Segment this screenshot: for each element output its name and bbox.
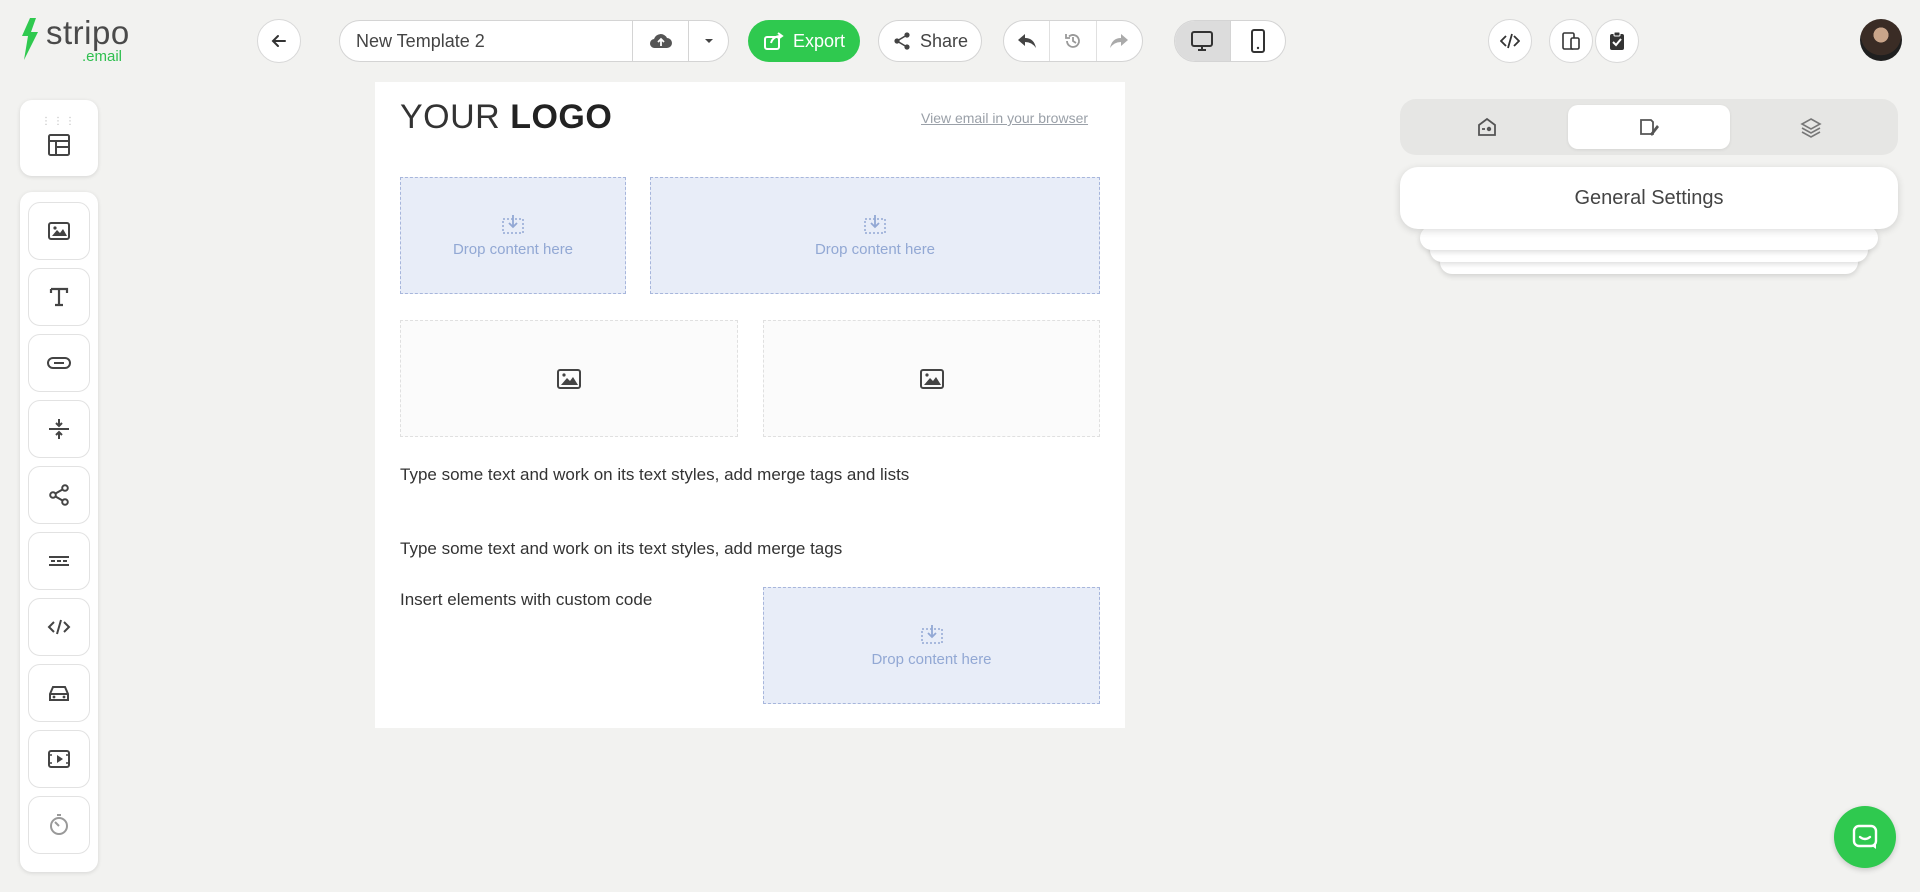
video-block[interactable] <box>28 730 90 788</box>
clipboard-check-icon <box>1610 31 1624 50</box>
export-icon <box>763 32 784 50</box>
share-icon <box>49 484 69 506</box>
drop-label: Drop content here <box>452 241 574 258</box>
button-block[interactable] <box>28 334 90 392</box>
text-block-2[interactable]: Type some text and work on its text styl… <box>400 539 842 559</box>
mobile-view-button[interactable] <box>1229 21 1286 61</box>
text-block-1[interactable]: Type some text and work on its text styl… <box>400 465 909 485</box>
device-toggle <box>1174 20 1286 62</box>
layers-icon <box>1800 118 1822 138</box>
back-button[interactable] <box>257 19 301 63</box>
tab-layers[interactable] <box>1730 105 1892 149</box>
drag-handle-icon: ⋮⋮⋮ <box>41 116 77 127</box>
blocks-panel <box>20 192 98 872</box>
export-label: Export <box>792 30 846 51</box>
history-icon <box>1065 34 1080 48</box>
timer-icon <box>50 814 68 835</box>
desktop-view-button[interactable] <box>1175 21 1230 61</box>
drop-download-icon <box>864 215 886 234</box>
drop-label: Drop content here <box>871 651 992 668</box>
drop-zone[interactable]: Drop content here <box>763 587 1100 704</box>
menu-icon <box>49 556 69 566</box>
stripo-logo: stripo .email <box>18 16 148 70</box>
share-label: Share <box>919 30 969 51</box>
code-icon <box>47 619 71 635</box>
timer-block[interactable] <box>28 796 90 854</box>
chat-icon <box>1852 824 1878 849</box>
drop-label: Drop content here <box>814 241 936 258</box>
logo-bold-text: LOGO <box>510 98 613 136</box>
cloud-upload-icon <box>649 34 672 49</box>
tab-appearance[interactable] <box>1406 105 1568 149</box>
export-button[interactable]: Export <box>748 20 860 62</box>
undo-button[interactable] <box>1004 21 1049 61</box>
undo-icon <box>1017 34 1036 48</box>
logo-name: stripo <box>46 14 130 51</box>
video-icon <box>48 750 70 768</box>
tab-settings[interactable] <box>1568 105 1730 149</box>
logo-regular-text: YOUR <box>400 98 501 136</box>
save-button[interactable] <box>632 21 688 61</box>
panel-tabs <box>1400 99 1898 155</box>
drop-zone[interactable]: Drop content here <box>650 177 1100 294</box>
view-in-browser-link[interactable]: View email in your browser <box>921 110 1088 126</box>
image-placeholder[interactable] <box>763 320 1100 437</box>
structures-button[interactable]: ⋮⋮⋮ <box>20 100 98 176</box>
social-block[interactable] <box>28 466 90 524</box>
paint-settings-icon <box>1640 119 1659 136</box>
general-settings-title: General Settings <box>1574 186 1724 209</box>
preview-button[interactable] <box>1549 19 1593 63</box>
spacer-block[interactable] <box>28 400 90 458</box>
drop-download-icon <box>502 215 524 234</box>
save-options-dropdown[interactable] <box>688 21 728 61</box>
code-editor-button[interactable] <box>1488 19 1532 63</box>
mobile-icon <box>1250 29 1265 53</box>
template-name-input[interactable] <box>340 21 632 61</box>
support-chat-button[interactable] <box>1834 806 1896 868</box>
desktop-icon <box>1191 31 1214 51</box>
html-block[interactable] <box>28 598 90 656</box>
chevron-down-icon <box>704 39 713 43</box>
amp-block[interactable] <box>28 664 90 722</box>
email-canvas: YOUR LOGO View email in your browser Dro… <box>375 82 1125 728</box>
history-controls <box>1003 20 1143 62</box>
logo-sub: .email <box>82 48 123 65</box>
version-history-button[interactable] <box>1049 21 1095 61</box>
stripo-bolt-icon <box>22 18 38 60</box>
test-email-button[interactable] <box>1595 19 1639 63</box>
image-icon <box>48 222 70 240</box>
button-icon <box>47 357 71 369</box>
general-settings-card[interactable]: General Settings <box>1400 167 1898 229</box>
image-icon <box>919 368 944 389</box>
html-block-text[interactable]: Insert elements with custom code <box>400 590 652 610</box>
image-placeholder[interactable] <box>400 320 738 437</box>
drop-zone[interactable]: Drop content here <box>400 177 626 294</box>
menu-block[interactable] <box>28 532 90 590</box>
arrow-left-icon <box>271 35 286 47</box>
structure-icon <box>48 134 70 156</box>
image-block[interactable] <box>28 202 90 260</box>
user-avatar[interactable] <box>1860 19 1902 61</box>
collapsed-settings-card <box>1420 226 1878 250</box>
appearance-icon <box>1478 117 1496 136</box>
spacer-icon <box>49 419 69 439</box>
image-icon <box>557 368 581 389</box>
template-name-group <box>339 20 729 62</box>
email-logo[interactable]: YOUR LOGO <box>400 98 612 137</box>
redo-icon <box>1110 34 1129 48</box>
text-block[interactable] <box>28 268 90 326</box>
text-icon <box>49 287 69 307</box>
share-icon <box>894 32 910 50</box>
share-button[interactable]: Share <box>878 20 982 62</box>
redo-button[interactable] <box>1095 21 1142 61</box>
drop-download-icon <box>920 625 943 644</box>
car-icon <box>49 686 69 701</box>
devices-preview-icon <box>1562 32 1580 50</box>
code-icon <box>1500 33 1520 49</box>
